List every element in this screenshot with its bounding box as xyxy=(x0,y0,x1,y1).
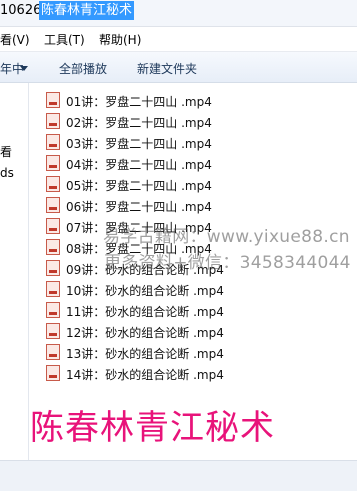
file-row[interactable]: 12讲：砂水的组合论断 .mp4 xyxy=(46,321,346,342)
file-row[interactable]: 05讲：罗盘二十四山 .mp4 xyxy=(46,174,346,195)
video-file-icon xyxy=(46,113,60,129)
file-row[interactable]: 10讲：砂水的组合论断 .mp4 xyxy=(46,279,346,300)
video-file-icon xyxy=(46,365,60,381)
file-row[interactable]: 04讲：罗盘二十四山 .mp4 xyxy=(46,153,346,174)
file-row[interactable]: 11讲：砂水的组合论断 .mp4 xyxy=(46,300,346,321)
file-row[interactable]: 13讲：砂水的组合论断 .mp4 xyxy=(46,342,346,363)
file-name: 11讲：砂水的组合论断 .mp4 xyxy=(66,305,224,319)
video-file-icon xyxy=(46,323,60,339)
file-name: 06讲：罗盘二十四山 .mp4 xyxy=(66,200,212,214)
file-name: 13讲：砂水的组合论断 .mp4 xyxy=(66,347,224,361)
navigation-pane: 看 ds xyxy=(0,83,29,460)
chevron-down-icon[interactable] xyxy=(20,66,28,71)
overlay-title: 陈春林青江秘术 xyxy=(30,408,275,448)
play-all-button[interactable]: 全部播放 xyxy=(59,60,107,77)
menu-help[interactable]: 帮助(H) xyxy=(99,31,141,48)
address-selected-text[interactable]: 陈春林青江秘术 xyxy=(39,1,135,20)
video-file-icon xyxy=(46,344,60,360)
menu-view[interactable]: 看(V) xyxy=(0,31,30,48)
nav-item[interactable]: ds xyxy=(0,166,14,180)
address-bar[interactable]: 10626\ 陈春林青江秘术 xyxy=(0,0,357,27)
menu-tools[interactable]: 工具(T) xyxy=(44,31,85,48)
details-pane xyxy=(0,460,357,491)
file-row[interactable]: 14讲：砂水的组合论断 .mp4 xyxy=(46,363,346,384)
file-name: 03讲：罗盘二十四山 .mp4 xyxy=(66,137,212,151)
nav-item[interactable]: 看 xyxy=(0,143,12,160)
video-file-icon xyxy=(46,134,60,150)
file-name: 12讲：砂水的组合论断 .mp4 xyxy=(66,326,224,340)
video-file-icon xyxy=(46,176,60,192)
watermark-site: 易学古籍网：www.yixue88.cn xyxy=(103,227,350,247)
video-file-icon xyxy=(46,155,60,171)
video-file-icon xyxy=(46,239,60,255)
new-folder-button[interactable]: 新建文件夹 xyxy=(137,60,197,77)
file-row[interactable]: 02讲：罗盘二十四山 .mp4 xyxy=(46,111,346,132)
menu-bar: 看(V) 工具(T) 帮助(H) xyxy=(0,27,357,52)
file-name: 14讲：砂水的组合论断 .mp4 xyxy=(66,368,224,382)
file-name: 10讲：砂水的组合论断 .mp4 xyxy=(66,284,224,298)
video-file-icon xyxy=(46,281,60,297)
file-row[interactable]: 03讲：罗盘二十四山 .mp4 xyxy=(46,132,346,153)
video-file-icon xyxy=(46,302,60,318)
file-row[interactable]: 01讲：罗盘二十四山 .mp4 xyxy=(46,90,346,111)
video-file-icon xyxy=(46,92,60,108)
video-file-icon xyxy=(46,218,60,234)
file-row[interactable]: 06讲：罗盘二十四山 .mp4 xyxy=(46,195,346,216)
file-name: 04讲：罗盘二十四山 .mp4 xyxy=(66,158,212,172)
file-name: 02讲：罗盘二十四山 .mp4 xyxy=(66,116,212,130)
toolbar: 年中 全部播放 新建文件夹 xyxy=(0,52,357,83)
video-file-icon xyxy=(46,260,60,276)
video-file-icon xyxy=(46,197,60,213)
watermark-contact: 更多资料+微信：3458344044 xyxy=(104,253,351,273)
file-name: 05讲：罗盘二十四山 .mp4 xyxy=(66,179,212,193)
file-name: 01讲：罗盘二十四山 .mp4 xyxy=(66,95,212,109)
